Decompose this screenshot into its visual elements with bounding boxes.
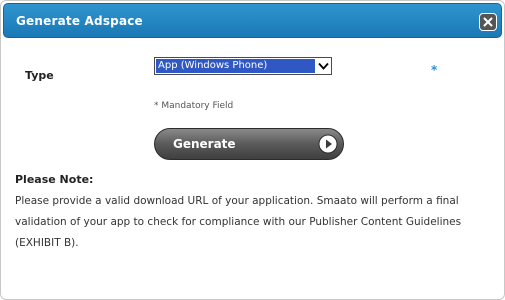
generate-button-label: Generate [173,137,236,151]
generate-button[interactable]: Generate [154,128,344,160]
type-select[interactable]: App (Windows Phone) [154,57,332,75]
type-label: Type [25,69,54,82]
generate-adspace-dialog: Generate Adspace Type App (Windows Phone… [0,0,505,300]
mandatory-field-note: * Mandatory Field [154,101,234,111]
play-circle-icon [318,134,338,154]
dialog-titlebar: Generate Adspace [3,3,502,38]
chevron-down-icon [318,62,329,70]
close-icon [483,17,493,27]
type-select-value: App (Windows Phone) [156,59,315,73]
required-marker: * [431,63,438,77]
close-button[interactable] [479,13,497,31]
dialog-title: Generate Adspace [16,14,143,28]
note-heading: Please Note: [15,173,94,186]
note-body: Please provide a valid download URL of y… [15,195,462,249]
